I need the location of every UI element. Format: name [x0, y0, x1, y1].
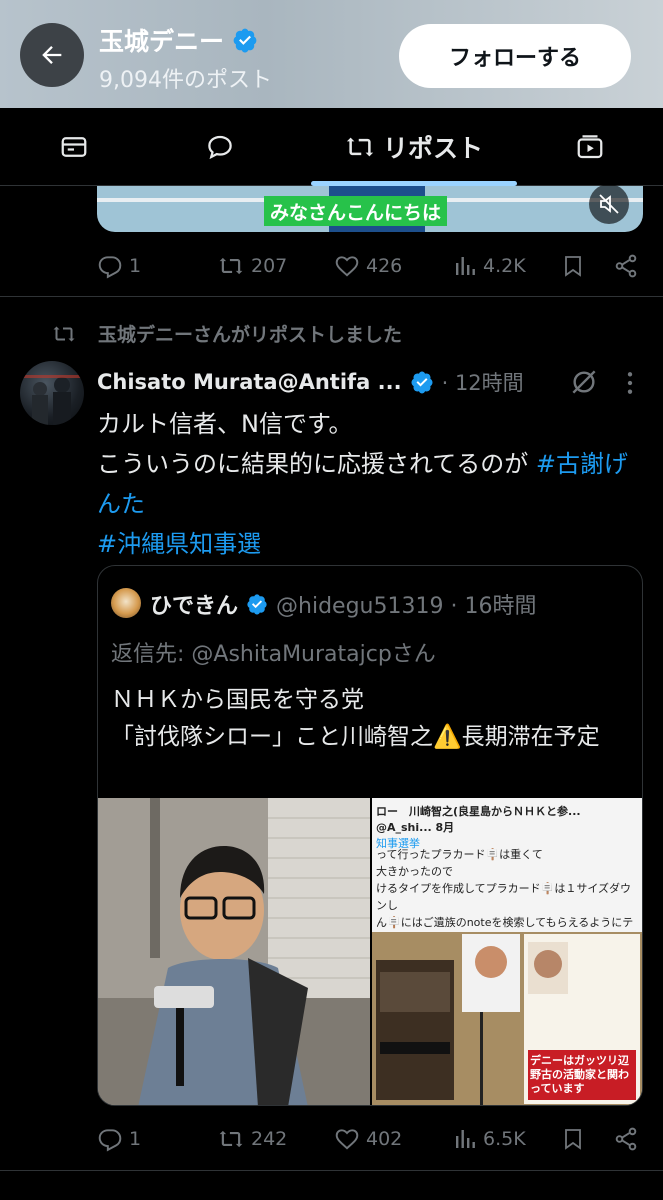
reply-icon: [98, 1129, 122, 1152]
author-avatar[interactable]: [20, 361, 84, 425]
tab-reposts-label: リポスト: [382, 134, 483, 163]
like-count: 402: [366, 1128, 403, 1150]
repost-icon: [346, 137, 374, 157]
share-icon: [615, 1127, 637, 1151]
tab-video[interactable]: [560, 108, 620, 186]
post-text: カルト信者、N信です。 こういうのに結果的に応援されてるのが #古謝げんた #沖…: [97, 404, 647, 564]
profile-name-text: 玉城デニー: [99, 27, 225, 56]
video-caption: みなさんこんにちは: [264, 196, 448, 226]
speaker-muted-icon: [599, 194, 619, 214]
quoted-author-line: ひできん @hidegu51319 · 16時間: [150, 588, 536, 620]
quoted-post[interactable]: ひできん @hidegu51319 · 16時間 返信先: @AshitaMur…: [97, 565, 643, 1106]
follow-button[interactable]: フォローする: [399, 24, 631, 88]
screenshot-line2: 大きかったので: [376, 865, 453, 878]
tab-highlights[interactable]: [44, 108, 104, 186]
hashtag-link[interactable]: #沖縄県知事選: [97, 530, 261, 558]
analytics-icon: [456, 1130, 475, 1148]
crowd-photo: [20, 375, 84, 425]
more-options-icon[interactable]: [624, 370, 636, 396]
post-time: · 12時間: [441, 371, 524, 395]
reply-button[interactable]: 1: [97, 1126, 141, 1152]
card-icon: [61, 137, 87, 157]
repost-icon: [219, 1130, 243, 1148]
profile-header: 玉城デニー 9,094件のポスト フォローする: [0, 0, 663, 108]
reposted-by-text: 玉城デニーさんがリポストしました: [98, 324, 403, 346]
repost-button[interactable]: 242: [217, 1126, 287, 1152]
quoted-image-1[interactable]: [98, 798, 370, 1105]
quoted-text-line1: ＮＨＫから国民を守る党: [111, 687, 364, 713]
heart-icon: [335, 1129, 359, 1150]
verified-badge-icon: [233, 28, 257, 53]
tab-replies[interactable]: [190, 108, 250, 186]
quoted-post-text: ＮＨＫから国民を守る党 「討伐隊シロー」こと川崎智之⚠️長期滞在予定: [111, 682, 636, 756]
profile-tabs: リポスト: [0, 108, 663, 186]
bookmark-icon: [565, 1129, 581, 1150]
heart-icon: [335, 256, 359, 277]
reply-to-text: 返信先: @AshitaMuratajcpさん: [111, 642, 436, 667]
like-button[interactable]: 402: [334, 1126, 402, 1152]
placard-text: デニーはガッツリ辺野古の活動家と関わっています: [530, 1054, 629, 1095]
back-button[interactable]: [20, 23, 84, 87]
grok-icon[interactable]: [568, 366, 600, 398]
post-actions: 1 207 426 4.2K: [97, 245, 643, 285]
tab-reposts[interactable]: リポスト: [311, 108, 517, 186]
post-divider: [0, 296, 663, 297]
bookmark-button[interactable]: [561, 253, 585, 279]
like-count: 426: [366, 255, 403, 277]
post-count: 9,094件のポスト: [99, 68, 272, 93]
man-selfie-photo: [98, 798, 370, 1105]
reply-bubble-icon: [208, 135, 232, 160]
arrow-left-icon: [42, 46, 62, 64]
screenshot-author: ロー 川崎智之(良星島からＮＨＫと参... @A_shi... 8月: [376, 805, 581, 834]
bookmark-button[interactable]: [561, 1126, 585, 1152]
profile-name: 玉城デニー: [99, 22, 258, 58]
screenshot-line3: けるタイプを作成してプラカード🪧は１サイズダウンし: [376, 882, 632, 912]
quoted-image-2[interactable]: ロー 川崎智之(良星島からＮＨＫと参... @A_shi... 8月 知事選挙 …: [372, 798, 642, 1105]
share-button[interactable]: [613, 253, 639, 279]
bookmark-icon: [565, 256, 581, 277]
repost-indicator: 玉城デニーさんがリポストしました: [52, 320, 402, 347]
quoted-author-name: ひできん: [150, 594, 239, 619]
reply-count: 1: [129, 1128, 142, 1150]
verified-badge-icon: [411, 371, 433, 394]
quoted-author-avatar: [111, 588, 141, 618]
screenshot-photos: デニーはガッツリ辺野古の活動家と関わっています: [372, 932, 642, 1105]
post-text-line2-body: こういうのに結果的に応援されてるのが: [97, 450, 536, 478]
share-icon: [615, 254, 637, 278]
screenshot-line1: って行ったプラカード🪧は重くて: [376, 848, 543, 861]
post-text-line2: こういうのに結果的に応援されてるのが #古謝げんた: [97, 444, 647, 524]
quoted-text-line2: 「討伐隊シロー」こと川崎智之⚠️長期滞在予定: [111, 724, 600, 750]
video-icon: [577, 135, 603, 159]
repost-icon: [219, 257, 243, 275]
repost-icon: [53, 326, 75, 341]
reply-icon: [98, 256, 122, 279]
repost-count: 207: [251, 255, 288, 277]
post-actions: 1 242 402 6.5K: [97, 1118, 643, 1158]
author-line: Chisato Murata@Antifa ... · 12時間: [97, 367, 524, 397]
share-button[interactable]: [613, 1126, 639, 1152]
post-divider: [0, 1170, 663, 1171]
post-text-line1: カルト信者、N信です。: [97, 410, 353, 438]
views-button[interactable]: 4.2K: [453, 253, 526, 279]
views-button[interactable]: 6.5K: [453, 1126, 526, 1152]
verified-badge-icon: [247, 594, 267, 615]
reply-button[interactable]: 1: [97, 253, 141, 279]
views-count: 6.5K: [483, 1128, 526, 1150]
quoted-author-handle: @hidegu51319 · 16時間: [276, 594, 537, 619]
repost-button[interactable]: 207: [217, 253, 287, 279]
reply-count: 1: [129, 255, 142, 277]
views-count: 4.2K: [483, 255, 526, 277]
mute-button[interactable]: [589, 184, 629, 224]
repost-count: 242: [251, 1128, 288, 1150]
author-name[interactable]: Chisato Murata@Antifa ...: [97, 370, 402, 394]
analytics-icon: [456, 257, 475, 275]
like-button[interactable]: 426: [334, 253, 402, 279]
